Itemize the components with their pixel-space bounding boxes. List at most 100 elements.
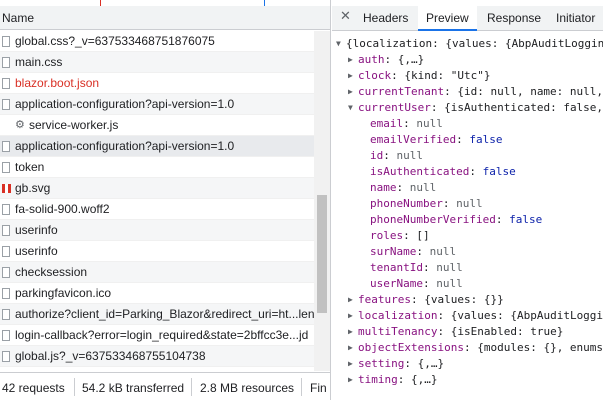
request-row[interactable]: checksession [0, 262, 314, 283]
json-tree-node: email: null [332, 116, 603, 132]
request-name: global.js?_v=637533468755104738 [15, 349, 206, 363]
json-tree-node: name: null [332, 180, 603, 196]
request-row[interactable]: gb.svg [0, 178, 314, 199]
json-value: {id: null, name: null, [457, 85, 603, 98]
json-value: {,…} [397, 53, 425, 66]
json-value: null [429, 245, 457, 258]
request-details-panel: ✕ Headers Preview Response Initiator ▼ {loca… [332, 0, 603, 400]
tab-initiator[interactable]: Initiator [548, 6, 603, 31]
json-tree-node[interactable]: ▶ timing: {,…} [332, 372, 603, 388]
request-row[interactable]: parkingfavicon.ico [0, 283, 314, 304]
json-tree-node[interactable]: ▶ localization: {values: {AbpAuditLoggin [332, 308, 603, 324]
json-node-text: name: null [370, 181, 437, 194]
json-key: auth [358, 53, 385, 66]
json-key: userName [370, 277, 423, 290]
expand-triangle-icon[interactable]: ▼ [336, 39, 341, 48]
json-node-text: auth: {,…} [358, 53, 425, 66]
json-value: false [509, 213, 543, 226]
json-tree-node: isAuthenticated: false [332, 164, 603, 180]
scrollbar-thumb[interactable] [317, 195, 327, 313]
tab-preview[interactable]: Preview [418, 6, 477, 31]
json-key: localization [358, 309, 438, 322]
file-icon [2, 99, 10, 110]
request-name: userinfo [15, 244, 58, 258]
request-row[interactable]: authorize?client_id=Parking_Blazor&redir… [0, 304, 314, 325]
request-row[interactable]: userinfo [0, 241, 314, 262]
json-tree-node[interactable]: ▶ multiTenancy: {isEnabled: true} [332, 324, 603, 340]
request-name: fa-solid-900.woff2 [15, 202, 110, 216]
collapse-triangle-icon[interactable]: ▶ [348, 295, 353, 304]
collapse-triangle-icon[interactable]: ▶ [348, 343, 353, 352]
request-row[interactable]: application-configuration?api-version=1.… [0, 94, 314, 115]
file-icon [2, 309, 10, 320]
request-name: blazor.boot.json [15, 76, 100, 90]
collapse-triangle-icon[interactable]: ▶ [348, 87, 353, 96]
collapse-triangle-icon[interactable]: ▶ [348, 311, 353, 320]
request-name: login-callback?error=login_required&stat… [15, 328, 309, 342]
request-row[interactable]: global.css?_v=637533468751876075 [0, 31, 314, 52]
request-count: 42 requests [2, 381, 65, 395]
request-name: authorize?client_id=Parking_Blazor&redir… [15, 307, 314, 321]
request-row[interactable]: main.css [0, 52, 314, 73]
request-row[interactable]: blazor.boot.json [0, 73, 314, 94]
request-row[interactable]: userinfo [0, 220, 314, 241]
collapse-triangle-icon[interactable]: ▶ [348, 55, 353, 64]
close-icon[interactable]: ✕ [340, 9, 351, 24]
json-tree-node[interactable]: ▶ features: {values: {}} [332, 292, 603, 308]
json-node-text: timing: {,…} [358, 373, 438, 386]
collapse-triangle-icon[interactable]: ▶ [348, 375, 353, 384]
finish-time: Fin [310, 381, 327, 395]
json-key: features [358, 293, 411, 306]
json-key: emailVerified [370, 133, 457, 146]
json-value: null [409, 181, 437, 194]
collapse-triangle-icon[interactable]: ▶ [348, 71, 353, 80]
json-key: phoneNumberVerified [370, 213, 496, 226]
file-icon [2, 330, 10, 341]
json-tree-node[interactable]: ▶ objectExtensions: {modules: {}, enums [332, 340, 603, 356]
json-node-text: email: null [370, 117, 443, 130]
tab-headers[interactable]: Headers [355, 6, 416, 31]
request-list-scrollbar[interactable] [314, 31, 330, 371]
json-value: {isAuthenticated: false, [444, 101, 603, 114]
json-node-text: localization: {values: {AbpAuditLoggin [358, 309, 603, 322]
request-row[interactable]: application-configuration?api-version=1.… [0, 136, 314, 157]
json-key: name [370, 181, 397, 194]
request-row[interactable]: ⚙ service-worker.js [0, 115, 314, 136]
status-divider [301, 378, 302, 396]
json-key: objectExtensions [358, 341, 464, 354]
json-key: email [370, 117, 404, 130]
json-value: null [436, 277, 463, 290]
collapse-triangle-icon[interactable]: ▶ [348, 359, 353, 368]
file-icon [2, 141, 10, 152]
json-tree-node[interactable]: ▶ clock: {kind: "Utc"} [332, 68, 603, 84]
collapse-triangle-icon[interactable]: ▶ [348, 327, 353, 336]
request-row[interactable]: token [0, 157, 314, 178]
json-key: roles [370, 229, 404, 242]
json-tree-node[interactable]: ▼ {localization: {values: {AbpAuditLoggin… [332, 36, 603, 52]
json-value: {,…} [417, 357, 445, 370]
name-column-header[interactable]: Name [0, 6, 330, 30]
tab-response[interactable]: Response [479, 6, 549, 31]
expand-triangle-icon[interactable]: ▼ [348, 103, 353, 112]
request-row[interactable]: global.js?_v=637533468755104738 [0, 346, 314, 367]
status-divider [74, 378, 75, 396]
request-name: parkingfavicon.ico [15, 286, 112, 300]
gear-icon: ⚙ [15, 118, 25, 131]
request-name: global.css?_v=637533468751876075 [15, 34, 215, 48]
file-icon [2, 78, 10, 89]
json-tree-node: userName: null [332, 276, 603, 292]
json-value: {values: {}} [424, 293, 504, 306]
json-tree-node[interactable]: ▼ currentUser: {isAuthenticated: false, [332, 100, 603, 116]
json-node-text: currentTenant: {id: null, name: null, [358, 85, 603, 98]
json-preview-tree: ▼ {localization: {values: {AbpAuditLoggin… [332, 32, 603, 400]
json-node-text: id: null [370, 149, 423, 162]
json-key: phoneNumber [370, 197, 443, 210]
json-tree-node[interactable]: ▶ currentTenant: {id: null, name: null, [332, 84, 603, 100]
request-row[interactable]: login-callback?error=login_required&stat… [0, 325, 314, 346]
json-tree-node[interactable]: ▶ auth: {,…} [332, 52, 603, 68]
json-key: surName [370, 245, 417, 258]
json-tree-node[interactable]: ▶ setting: {,…} [332, 356, 603, 372]
json-node-text: features: {values: {}} [358, 293, 504, 306]
request-row[interactable]: fa-solid-900.woff2 [0, 199, 314, 220]
json-key: id [370, 149, 384, 162]
